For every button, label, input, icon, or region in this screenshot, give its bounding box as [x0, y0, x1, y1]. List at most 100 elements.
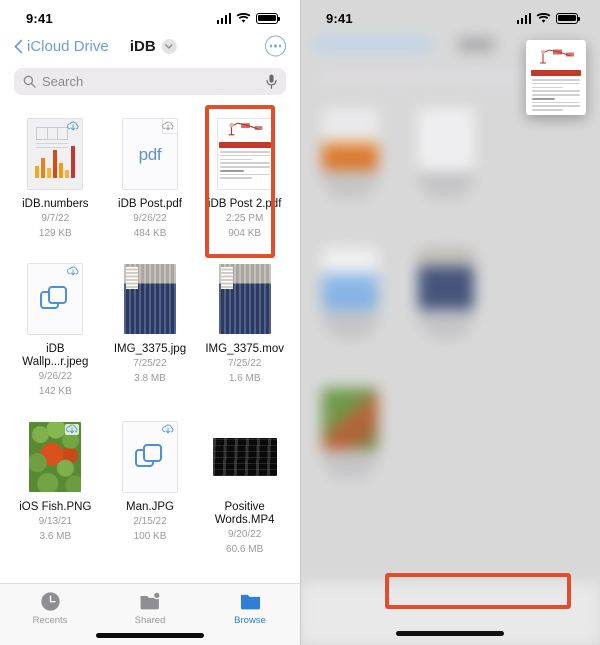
preview-heading-line	[532, 97, 556, 100]
blurred-file-item	[322, 108, 378, 196]
preview-text-line	[532, 101, 580, 104]
file-date: 2:25 PM	[226, 213, 264, 224]
file-size: 904 KB	[228, 227, 262, 239]
tab-label: Browse	[234, 615, 266, 626]
download-cloud-icon[interactable]	[65, 424, 80, 435]
back-to-icloud-drive-button[interactable]: iCloud Drive	[14, 38, 109, 55]
preview-text-line	[219, 154, 270, 157]
blurred-file-item	[322, 248, 378, 336]
more-ellipsis-icon[interactable]	[265, 35, 286, 57]
file-item-img-jpg[interactable]: IMG_3375.jpg 7/25/22 3.8 MB	[103, 254, 198, 402]
tab-recents[interactable]: Recents	[0, 591, 100, 626]
file-name: iDB.numbers	[22, 198, 89, 210]
file-name: IMG_3375.mov	[205, 343, 284, 355]
battery-icon	[256, 12, 280, 24]
shared-folder-icon	[140, 591, 161, 610]
tab-shared[interactable]: Shared	[100, 591, 200, 626]
preview-text-line	[532, 86, 564, 89]
video-thumbnail	[218, 264, 271, 334]
file-item-positive-words-mp4[interactable]: Positive Words.MP4 9/20/22 60.6 MB	[197, 412, 292, 560]
chevron-left-icon	[14, 39, 23, 53]
pdf-preview-icon	[216, 118, 273, 190]
file-item-pdf-2-selected[interactable]: iDB Post 2.pdf 2:25 PM 904 KB	[197, 109, 292, 244]
file-date: 9/7/22	[41, 213, 70, 224]
file-item-wallpaper[interactable]: iDB Wallp...r.jpeg 9/26/22 142 KB	[8, 254, 103, 402]
file-item-img-mov[interactable]: IMG_3375.mov 7/25/22 1.6 MB	[197, 254, 292, 402]
wifi-icon	[236, 12, 251, 23]
folder-title-label: iDB	[129, 37, 156, 55]
stacked-squares-glyph	[28, 286, 82, 312]
preview-text-line	[532, 82, 580, 85]
status-bar-right: 9:41	[300, 0, 600, 30]
file-date: 9/26/22	[38, 371, 73, 382]
preview-text-line	[219, 151, 270, 153]
left-phone-screen: 9:41 iCloud Drive iDB Search iDB.numbers…	[0, 0, 300, 645]
preview-illustration	[530, 45, 582, 67]
preview-text-line	[532, 90, 580, 92]
preview-text-line	[219, 177, 253, 180]
photo-thumbnail	[123, 264, 176, 334]
file-name: iDB Post 2.pdf	[207, 198, 282, 210]
search-container: Search	[0, 62, 300, 103]
preview-title-band	[531, 70, 581, 76]
bar-chart-glyph	[35, 146, 76, 178]
file-size: 142 KB	[38, 385, 72, 397]
file-thumbnail	[212, 115, 278, 193]
preview-title-band	[218, 142, 271, 148]
file-name: iOS Fish.PNG	[19, 501, 92, 513]
preview-text-line	[532, 105, 580, 108]
lifted-file-preview-card	[526, 40, 586, 115]
file-item-fish-png[interactable]: iOS Fish.PNG 9/13/21 3.6 MB	[8, 412, 103, 560]
file-size: 100 KB	[133, 530, 167, 542]
pdf-label-glyph: pdf	[138, 145, 162, 164]
file-thumbnail: pdf	[117, 115, 183, 193]
microphone-icon[interactable]	[266, 74, 277, 89]
preview-text-line	[532, 79, 580, 81]
file-name: Positive Words.MP4	[214, 501, 275, 526]
file-thumbnail	[117, 260, 183, 338]
numbers-document-icon	[27, 118, 84, 190]
file-thumbnail	[22, 260, 88, 338]
file-name: IMG_3375.jpg	[113, 343, 187, 355]
file-date: 9/13/21	[38, 516, 73, 527]
preview-illustration	[218, 119, 272, 139]
search-input[interactable]: Search	[14, 68, 286, 95]
video-thumbnail	[212, 438, 277, 476]
tab-browse[interactable]: Browse	[200, 591, 300, 626]
file-thumbnail	[22, 115, 88, 193]
chevron-down-icon[interactable]	[161, 38, 177, 54]
folder-title-menu[interactable]: iDB	[130, 38, 177, 55]
file-date: 2/15/22	[133, 516, 167, 527]
download-cloud-icon[interactable]	[161, 121, 175, 132]
back-label: iCloud Drive	[27, 37, 109, 55]
download-cloud-icon[interactable]	[161, 424, 175, 435]
file-item-numbers[interactable]: iDB.numbers 9/7/22 129 KB	[8, 109, 103, 244]
preview-heading-line	[219, 169, 244, 172]
file-date: 7/25/22	[227, 358, 262, 369]
preview-text-line	[219, 158, 253, 161]
image-document-icon	[121, 421, 178, 493]
screen-divider	[300, 0, 301, 645]
navigation-bar: iCloud Drive iDB	[0, 30, 300, 62]
preview-text-line	[532, 109, 564, 111]
file-item-man-jpg[interactable]: Man.JPG 2/15/22 100 KB	[103, 412, 198, 560]
blurred-file-item	[418, 108, 474, 196]
folder-icon	[240, 594, 260, 610]
blurred-file-item	[322, 388, 378, 476]
file-name: Man.JPG	[126, 501, 174, 513]
file-thumbnail	[212, 260, 278, 338]
preview-text-line	[219, 162, 270, 164]
photo-thumbnail	[29, 422, 82, 492]
file-item-pdf[interactable]: pdf iDB Post.pdf 9/26/22 484 KB	[103, 109, 198, 244]
blurred-background	[300, 30, 600, 645]
right-phone-screen: 9:41	[300, 0, 600, 645]
download-cloud-icon[interactable]	[66, 266, 80, 277]
home-indicator	[396, 631, 504, 636]
file-thumbnail	[212, 418, 278, 496]
file-size: 3.6 MB	[39, 530, 72, 542]
file-date: 9/26/22	[133, 213, 167, 224]
status-time: 9:41	[26, 10, 53, 26]
status-icons	[516, 12, 580, 24]
download-cloud-icon[interactable]	[66, 121, 80, 132]
file-name: iDB Post.pdf	[118, 198, 182, 210]
